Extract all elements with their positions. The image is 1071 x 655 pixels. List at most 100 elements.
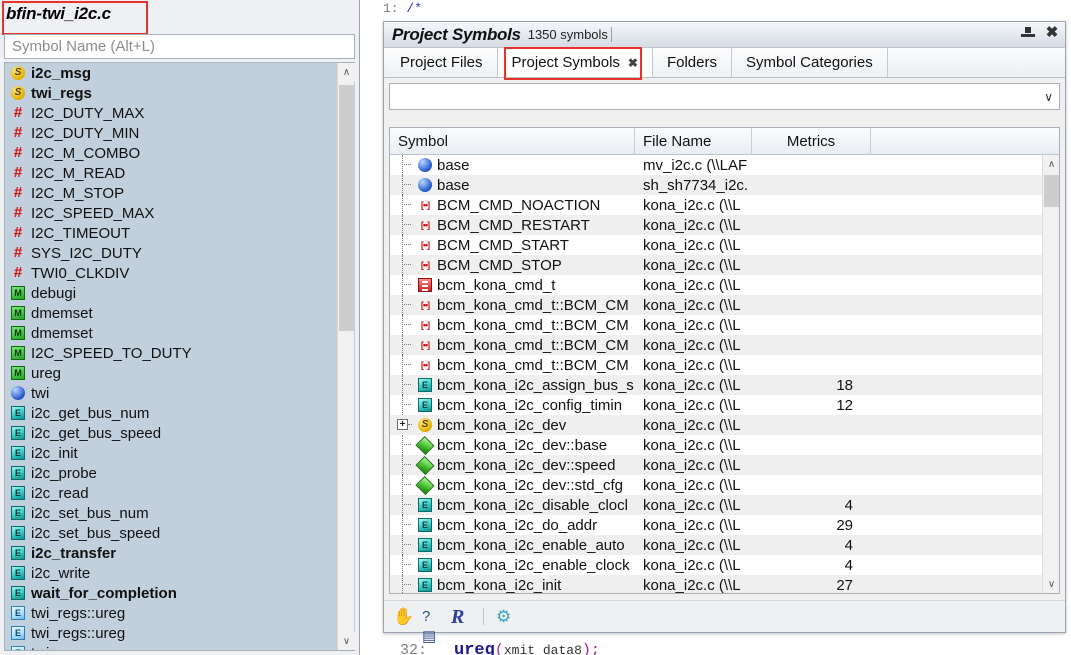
table-row[interactable]: Ebcm_kona_i2c_config_timin kona_i2c.c (\\… bbox=[390, 395, 1059, 415]
table-row[interactable]: Ebcm_kona_i2c_assign_bus_s kona_i2c.c (\\… bbox=[390, 375, 1059, 395]
table-scroll-down-icon[interactable] bbox=[1043, 575, 1059, 593]
table-row[interactable]: + Sbcm_kona_i2c_dev kona_i2c.c (\\L bbox=[390, 415, 1059, 435]
scrollbar-thumb[interactable] bbox=[339, 85, 354, 331]
table-row[interactable]: [••] bcm_kona_cmd_t::BCM_CM kona_i2c.c (\\… bbox=[390, 335, 1059, 355]
cell-filename: kona_i2c.c (\\L bbox=[643, 256, 741, 274]
file-symbols-panel: bfin-twi_i2c.c Symbol Name (Alt+L) Si2c_… bbox=[0, 0, 360, 655]
symbol-list-item[interactable]: Ei2c_set_bus_speed bbox=[5, 523, 355, 543]
tree-connector-icon bbox=[396, 175, 418, 195]
pin-icon[interactable] bbox=[1021, 25, 1035, 43]
tab-bar[interactable]: Project Files Project Symbols ✖ Folders Symb… bbox=[384, 47, 1065, 80]
table-row[interactable]: [••] bcm_kona_cmd_t::BCM_CM kona_i2c.c (\\… bbox=[390, 355, 1059, 375]
symbol-list-item[interactable]: Ei2c_transfer bbox=[5, 543, 355, 563]
scroll-up-icon[interactable] bbox=[338, 63, 355, 81]
symbol-list-item[interactable]: Etwi_regs::ureg bbox=[5, 623, 355, 643]
code-line-top: 1: /* bbox=[383, 1, 422, 16]
define-icon: # bbox=[13, 224, 23, 241]
table-row[interactable]: [••] BCM_CMD_STOP kona_i2c.c (\\L bbox=[390, 255, 1059, 275]
table-row[interactable]: Ebcm_kona_i2c_disable_clocl kona_i2c.c (\… bbox=[390, 495, 1059, 515]
table-row[interactable]: base sh_sh7734_i2c. bbox=[390, 175, 1059, 195]
table-row[interactable]: bcm_kona_i2c_dev::speed kona_i2c.c (\\L bbox=[390, 455, 1059, 475]
table-row[interactable]: [••] BCM_CMD_START kona_i2c.c (\\L bbox=[390, 235, 1059, 255]
symbol-list-item[interactable]: Mureg bbox=[5, 363, 355, 383]
chevron-down-icon[interactable] bbox=[1044, 90, 1053, 104]
symbol-list-scrollbar[interactable] bbox=[337, 63, 355, 650]
column-header-symbol[interactable]: Symbol bbox=[390, 128, 635, 154]
table-row[interactable]: bcm_kona_i2c_dev::std_cfg kona_i2c.c (\\L bbox=[390, 475, 1059, 495]
references-icon[interactable]: R bbox=[451, 607, 471, 627]
cell-filename: kona_i2c.c (\\L bbox=[643, 276, 741, 294]
symbol-list-item[interactable]: Ei2c_set_bus_num bbox=[5, 503, 355, 523]
cell-symbol-label: bcm_kona_cmd_t::BCM_CM bbox=[437, 296, 629, 314]
column-header-metrics[interactable]: Metrics bbox=[752, 128, 871, 154]
symbol-list-item[interactable]: Si2c_msg bbox=[5, 63, 355, 83]
symbol-list-item[interactable]: # I2C_DUTY_MIN bbox=[5, 123, 355, 143]
table-row[interactable]: bcm_kona_cmd_t kona_i2c.c (\\L bbox=[390, 275, 1059, 295]
tab-project-symbols[interactable]: Project Symbols ✖ bbox=[497, 48, 653, 77]
table-row[interactable]: Ebcm_kona_i2c_enable_auto kona_i2c.c (\\L… bbox=[390, 535, 1059, 555]
symbol-list-item[interactable]: Ei2c_get_bus_num bbox=[5, 403, 355, 423]
symbol-list-item[interactable]: Etwi_regs::ureg bbox=[5, 603, 355, 623]
scroll-down-icon[interactable] bbox=[338, 632, 355, 650]
tab-folders[interactable]: Folders bbox=[652, 48, 732, 77]
symbol-list-item[interactable]: Stwi_regs bbox=[5, 83, 355, 103]
symbol-filter-combobox[interactable] bbox=[389, 83, 1060, 110]
symbol-list-item[interactable]: Mdebugi bbox=[5, 283, 355, 303]
table-row[interactable]: bcm_kona_i2c_dev::base kona_i2c.c (\\L bbox=[390, 435, 1059, 455]
symbol-list-item[interactable]: # I2C_M_STOP bbox=[5, 183, 355, 203]
symbol-list-item[interactable]: Ei2c_init bbox=[5, 443, 355, 463]
symbol-list-item[interactable]: Ei2c_probe bbox=[5, 463, 355, 483]
cell-filename: kona_i2c.c (\\L bbox=[643, 336, 741, 354]
table-row[interactable]: Ebcm_kona_i2c_init kona_i2c.c (\\L 27 bbox=[390, 575, 1059, 593]
symbol-list-item[interactable]: # I2C_TIMEOUT bbox=[5, 223, 355, 243]
symbol-list-item[interactable]: # I2C_M_READ bbox=[5, 163, 355, 183]
symbol-list-item[interactable]: Ei2c_get_bus_speed bbox=[5, 423, 355, 443]
tab-symbol-categories[interactable]: Symbol Categories bbox=[732, 48, 888, 77]
table-row[interactable]: Ebcm_kona_i2c_do_addr kona_i2c.c (\\L 29 bbox=[390, 515, 1059, 535]
symbol-list-item[interactable]: # TWI0_CLKDIV bbox=[5, 263, 355, 283]
symbol-list-item[interactable]: Ewait_for_completion bbox=[5, 583, 355, 603]
table-row[interactable]: [••] bcm_kona_cmd_t::BCM_CM kona_i2c.c (\\… bbox=[390, 315, 1059, 335]
cell-metrics: 12 bbox=[836, 396, 853, 414]
symbol-list-item[interactable]: M I2C_SPEED_TO_DUTY bbox=[5, 343, 355, 363]
symbol-list-item[interactable]: Ei2c_write bbox=[5, 563, 355, 583]
query-doc-icon[interactable]: ?▤ bbox=[422, 607, 442, 645]
settings-icon[interactable]: ⚙ bbox=[496, 607, 516, 627]
table-row[interactable]: Ebcm_kona_i2c_enable_clock kona_i2c.c (\\… bbox=[390, 555, 1059, 575]
table-scrollbar[interactable] bbox=[1042, 155, 1059, 593]
window-title-bar[interactable]: Project Symbols 1350 symbols ✖ bbox=[384, 22, 1065, 48]
table-row[interactable]: [••] BCM_CMD_NOACTION kona_i2c.c (\\L bbox=[390, 195, 1059, 215]
symbol-name-input[interactable]: Symbol Name (Alt+L) bbox=[4, 34, 355, 59]
symbol-list-item[interactable]: Mdmemset bbox=[5, 303, 355, 323]
call-tree-icon[interactable]: ✋ bbox=[393, 607, 414, 627]
symbol-list-item-label: I2C_SPEED_TO_DUTY bbox=[31, 344, 192, 362]
table-row[interactable]: [••] BCM_CMD_RESTART kona_i2c.c (\\L bbox=[390, 215, 1059, 235]
symbol-list-item[interactable]: # I2C_M_COMBO bbox=[5, 143, 355, 163]
tree-expander-icon[interactable]: + bbox=[396, 415, 418, 435]
symbol-list-item[interactable]: Mdmemset bbox=[5, 323, 355, 343]
table-body[interactable]: base mv_i2c.c (\\LAF base sh_sh7734_i2c. [••… bbox=[390, 155, 1059, 593]
table-scroll-up-icon[interactable] bbox=[1043, 155, 1059, 173]
table-row[interactable]: [••] bcm_kona_cmd_t::BCM_CM kona_i2c.c (\\… bbox=[390, 295, 1059, 315]
symbol-list-item[interactable]: Ei2c_read bbox=[5, 483, 355, 503]
tab-project-files[interactable]: Project Files bbox=[386, 48, 498, 77]
function-icon: E bbox=[418, 378, 432, 392]
field-icon bbox=[415, 475, 435, 495]
table-scrollbar-thumb[interactable] bbox=[1044, 175, 1059, 207]
symbol-list-item[interactable]: # SYS_I2C_DUTY bbox=[5, 243, 355, 263]
table-row[interactable]: base mv_i2c.c (\\LAF bbox=[390, 155, 1059, 175]
tab-close-icon[interactable]: ✖ bbox=[628, 56, 638, 70]
symbol-list-item[interactable]: Etwi bbox=[5, 643, 355, 650]
cell-symbol-label: bcm_kona_i2c_config_timin bbox=[437, 396, 623, 414]
cell-symbol: [••] bcm_kona_cmd_t::BCM_CM bbox=[390, 335, 635, 355]
function-icon: E bbox=[11, 426, 25, 440]
close-icon[interactable]: ✖ bbox=[1045, 25, 1059, 43]
column-header-extra[interactable] bbox=[871, 128, 1059, 154]
code-function-name: ureg bbox=[454, 641, 495, 655]
cell-symbol-label: bcm_kona_i2c_dev::speed bbox=[437, 456, 616, 474]
symbol-list-item[interactable]: twi bbox=[5, 383, 355, 403]
symbol-list-item[interactable]: # I2C_SPEED_MAX bbox=[5, 203, 355, 223]
column-header-filename[interactable]: File Name bbox=[635, 128, 752, 154]
symbol-list[interactable]: Si2c_msg Stwi_regs # I2C_DUTY_MAX # I2C_DUTY_… bbox=[4, 62, 355, 651]
symbol-list-item[interactable]: # I2C_DUTY_MAX bbox=[5, 103, 355, 123]
